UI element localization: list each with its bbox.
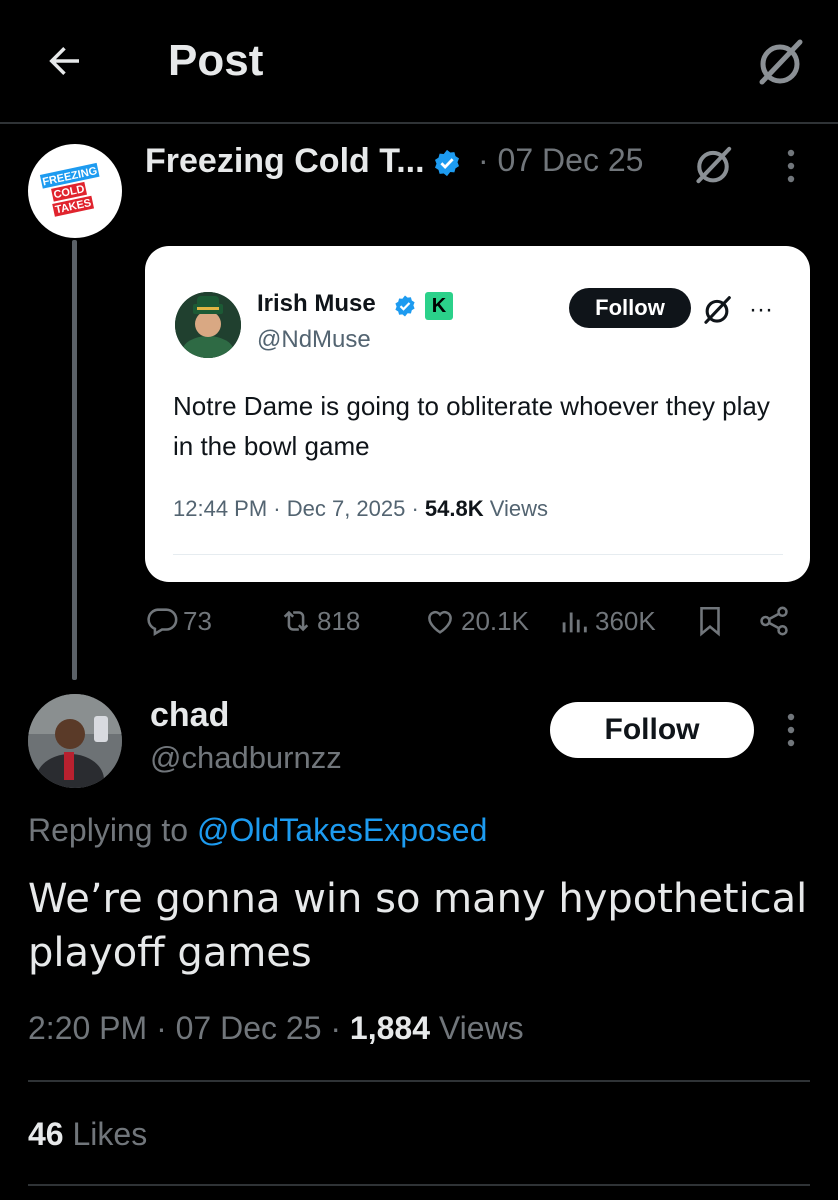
embedded-author-handle: @NdMuse — [257, 326, 371, 353]
reply-views-count: 1,884 — [349, 1010, 430, 1046]
verified-badge-icon — [435, 149, 459, 177]
header-divider — [0, 122, 838, 124]
embedded-more-icon: ··· — [749, 296, 773, 323]
embedded-author-name: Irish Muse — [257, 290, 376, 317]
reply-count: 73 — [183, 605, 212, 636]
quoted-tweet-image[interactable]: Irish Muse K @NdMuse Follow ··· Notre Da… — [145, 246, 810, 582]
repost-count: 818 — [317, 605, 361, 636]
author-name[interactable]: Freezing Cold T... — [145, 142, 425, 181]
reply-icon — [147, 608, 178, 637]
irish-muse-avatar — [175, 292, 241, 358]
embedded-tweet-meta: 12:44 PM · Dec 7, 2025 · 54.8K Views — [173, 496, 548, 522]
freezing-cold-takes-logo: FREEZING COLD TAKES — [39, 162, 100, 217]
replying-to: Replying to @OldTakesExposed — [28, 812, 487, 849]
post-date[interactable]: · 07 Dec 25 — [478, 142, 643, 179]
bookmark-icon — [700, 606, 720, 637]
more-options-icon[interactable] — [784, 148, 798, 184]
reply-author-name[interactable]: chad — [150, 696, 229, 735]
embedded-views-label: Views — [483, 496, 549, 521]
grok-icon[interactable] — [754, 36, 806, 88]
top-bar: Post — [0, 0, 838, 122]
analytics-icon — [562, 612, 587, 633]
thread-connector — [72, 240, 77, 680]
mention-link[interactable]: @OldTakesExposed — [197, 812, 487, 848]
k-affiliate-badge: K — [425, 292, 453, 320]
reply-meta: 2:20 PM · 07 Dec 25 · 1,884 Views — [28, 1010, 524, 1047]
reply-time[interactable]: 2:20 PM · 07 Dec 25 · — [28, 1010, 350, 1046]
likes-summary[interactable]: 46 Likes — [28, 1116, 147, 1153]
like-button[interactable]: 20.1K — [423, 604, 529, 638]
embedded-time: 12:44 PM · Dec 7, 2025 · — [173, 496, 425, 521]
reply-button[interactable]: 73 — [145, 604, 212, 638]
meta-divider — [28, 1080, 810, 1082]
verified-badge-icon — [395, 295, 415, 317]
like-count: 20.1K — [461, 605, 529, 636]
embedded-views-count: 54.8K — [424, 496, 484, 521]
share-button[interactable] — [757, 604, 791, 638]
freezing-cold-takes-avatar[interactable]: FREEZING COLD TAKES — [28, 144, 122, 238]
likes-label: Likes — [63, 1116, 148, 1152]
chad-avatar[interactable] — [28, 694, 122, 788]
likes-count: 46 — [28, 1116, 64, 1152]
arrow-left-icon[interactable] — [44, 40, 86, 82]
reply-text: We’re gonna win so many hypothetical pla… — [28, 876, 808, 976]
author-name-text: Freezing Cold T... — [145, 142, 425, 180]
follow-button[interactable]: Follow — [550, 702, 754, 758]
share-icon — [760, 606, 788, 636]
grok-icon[interactable] — [692, 144, 734, 186]
replying-prefix: Replying to — [28, 812, 197, 848]
bookmark-button[interactable] — [693, 604, 727, 638]
more-options-icon[interactable] — [784, 712, 798, 748]
embedded-divider — [173, 554, 783, 555]
embedded-tweet-text: Notre Dame is going to obliterate whoeve… — [173, 391, 770, 461]
reply-views-label: Views — [430, 1010, 524, 1046]
likes-divider — [28, 1184, 810, 1186]
page-title: Post — [168, 36, 264, 85]
views-button[interactable]: 360K — [557, 604, 656, 638]
reply-author-handle[interactable]: @chadburnzz — [150, 740, 342, 776]
grok-icon — [704, 296, 731, 324]
repost-button[interactable]: 818 — [279, 604, 360, 638]
view-count: 360K — [595, 605, 656, 636]
repost-icon — [283, 610, 309, 632]
heart-icon — [428, 610, 452, 634]
embedded-follow-button: Follow — [569, 288, 691, 328]
